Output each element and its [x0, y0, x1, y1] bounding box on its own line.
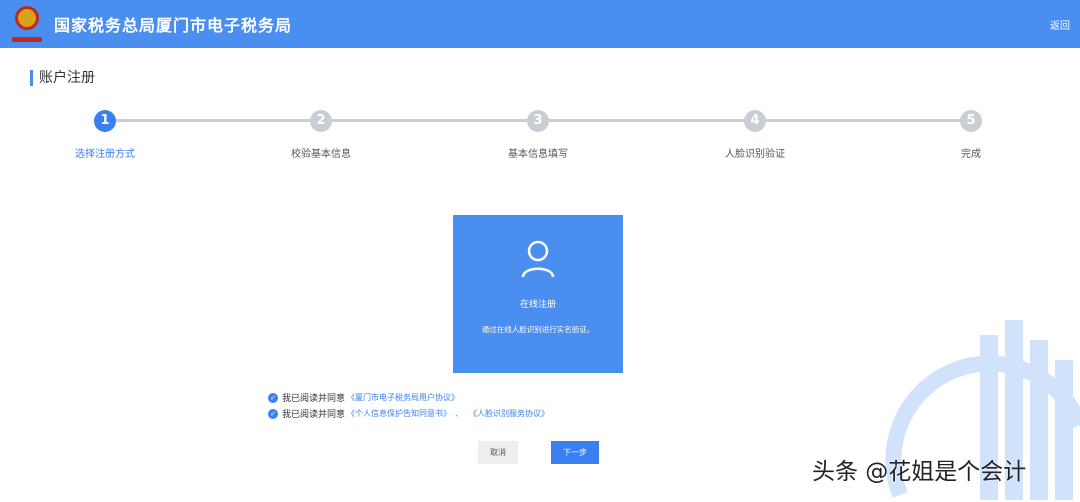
back-button[interactable]: 返回: [1050, 17, 1070, 32]
next-button[interactable]: 下一步: [551, 441, 599, 464]
check-icon[interactable]: ✓: [268, 408, 278, 419]
header: 国家税务总局厦门市电子税务局 返回: [0, 0, 1080, 48]
agreement-text: 我已阅读并同意: [282, 394, 346, 404]
watermark: 头条 @花姐是个会计: [812, 459, 1027, 485]
step-progress: 1 2 3 4 5: [94, 110, 982, 132]
check-icon[interactable]: ✓: [268, 392, 278, 403]
agreement-2[interactable]: ✓ 我已阅读并同意 《个人信息保护告知同意书》 、 《人脸识别服务协议》: [268, 407, 549, 420]
online-register-card[interactable]: 在线注册 通过在线人脸识别进行实名验证。: [453, 215, 623, 373]
page-title: 账户注册: [30, 70, 95, 86]
separator: 、: [455, 409, 464, 418]
step-2: 2: [310, 110, 332, 132]
tax-emblem-logo: [12, 6, 42, 42]
step-5: 5: [960, 110, 982, 132]
user-agreement-link[interactable]: 《厦门市电子税务局用户协议》: [347, 392, 459, 403]
agreement-1[interactable]: ✓ 我已阅读并同意 《厦门市电子税务局用户协议》: [268, 391, 459, 404]
step-2-label: 校验基本信息: [291, 149, 351, 160]
step-1-label: 选择注册方式: [75, 149, 135, 160]
agreement-text: 我已阅读并同意: [282, 410, 346, 420]
user-icon: [521, 240, 555, 278]
step-1: 1: [94, 110, 116, 132]
privacy-notice-link[interactable]: 《个人信息保护告知同意书》: [347, 408, 451, 419]
step-5-label: 完成: [961, 149, 981, 160]
step-3-label: 基本信息填写: [508, 149, 568, 160]
face-recognition-agreement-link[interactable]: 《人脸识别服务协议》: [469, 408, 549, 419]
cancel-button[interactable]: 取消: [478, 441, 518, 464]
step-4: 4: [744, 110, 766, 132]
site-title: 国家税务总局厦门市电子税务局: [54, 16, 293, 35]
card-title: 在线注册: [519, 300, 556, 310]
step-3: 3: [527, 110, 549, 132]
step-4-label: 人脸识别验证: [725, 149, 785, 160]
card-desc: 通过在线人脸识别进行实名验证。: [481, 325, 595, 334]
